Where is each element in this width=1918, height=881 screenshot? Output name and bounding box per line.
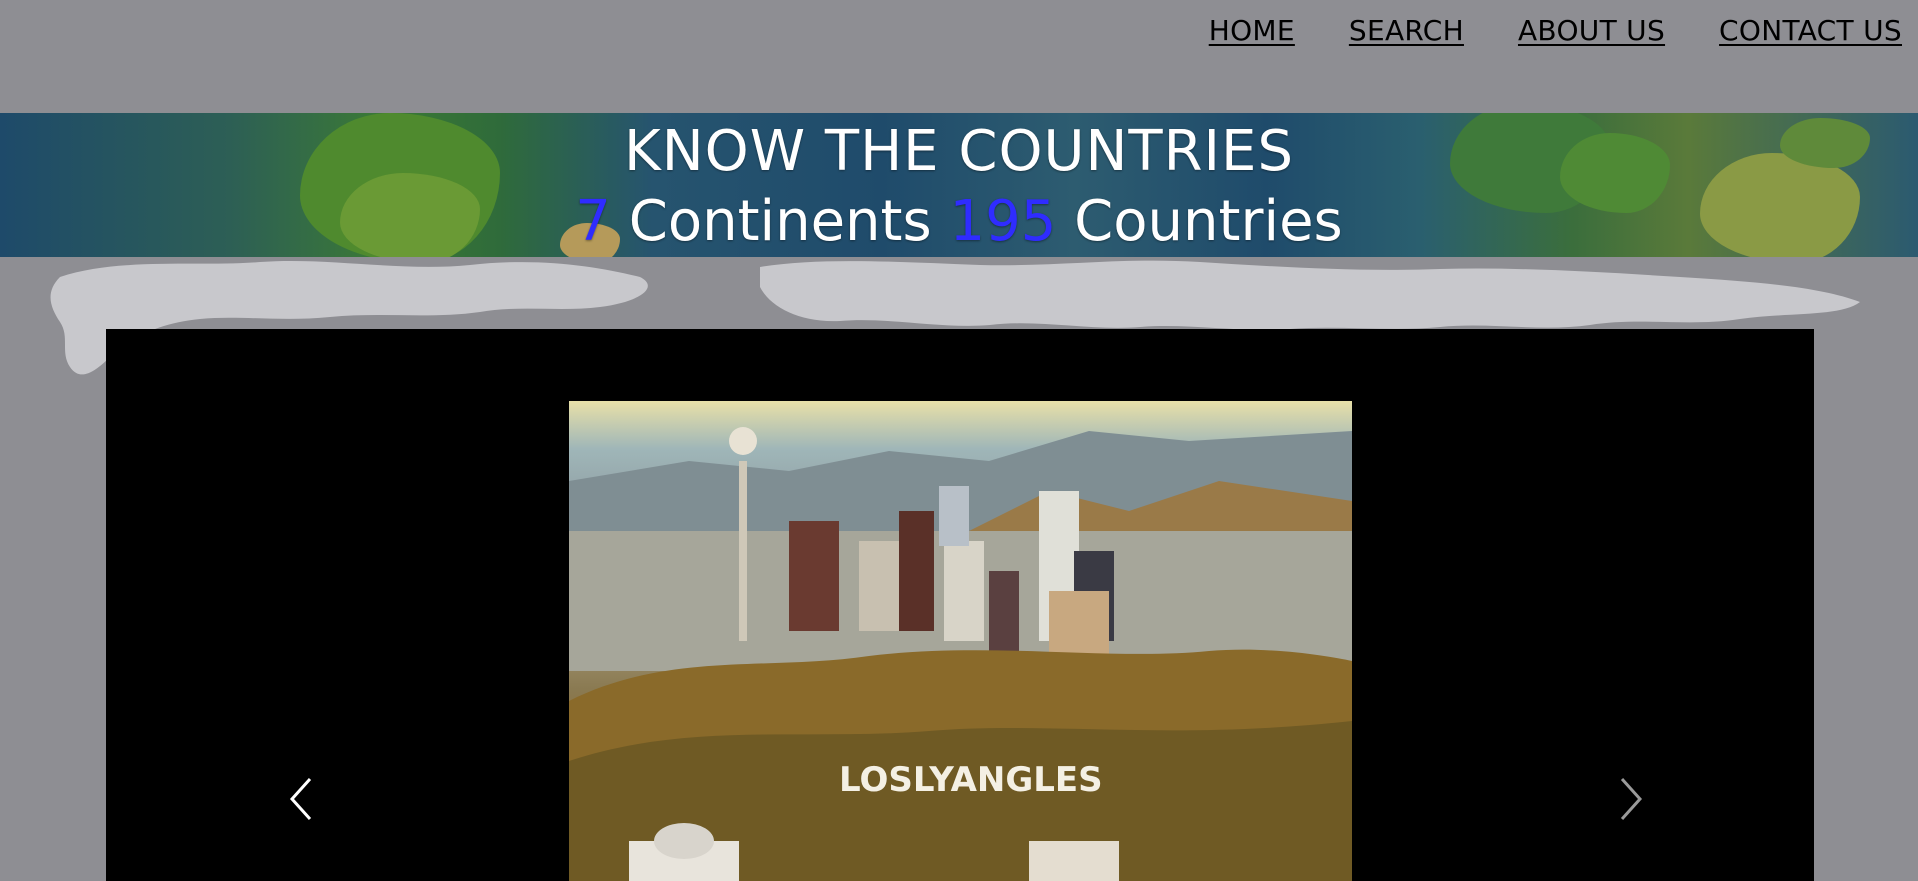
- top-nav-bar: HOME SEARCH ABOUT US CONTACT US: [0, 0, 1918, 113]
- hero-banner: KNOW THE COUNTRIES 7 Continents 195 Coun…: [0, 113, 1918, 257]
- image-carousel: LOSLYANGLES: [106, 329, 1814, 881]
- chevron-right-icon: [1620, 777, 1643, 821]
- banner-subtitle: 7 Continents 195 Countries: [0, 189, 1918, 254]
- nav-contact-link[interactable]: CONTACT US: [1719, 14, 1902, 47]
- main-nav: HOME SEARCH ABOUT US CONTACT US: [1209, 14, 1902, 47]
- carousel-slide-image: LOSLYANGLES: [569, 401, 1352, 881]
- countries-label: Countries: [1056, 189, 1343, 254]
- banner-title: KNOW THE COUNTRIES: [624, 119, 1294, 184]
- countries-count: 195: [949, 189, 1057, 254]
- los-angeles-illustration: LOSLYANGLES: [569, 427, 1352, 881]
- carousel-next-button[interactable]: [1610, 769, 1650, 829]
- nav-about-link[interactable]: ABOUT US: [1518, 14, 1665, 47]
- chevron-left-icon: [289, 777, 312, 821]
- continents-label: Continents: [610, 189, 950, 254]
- continents-count: 7: [575, 189, 611, 254]
- hollywood-sign-text: LOSLYANGLES: [839, 760, 1103, 800]
- nav-home-link[interactable]: HOME: [1209, 14, 1295, 47]
- carousel-prev-button[interactable]: [282, 769, 322, 829]
- banner-text: KNOW THE COUNTRIES 7 Continents 195 Coun…: [0, 113, 1918, 257]
- nav-search-link[interactable]: SEARCH: [1349, 14, 1464, 47]
